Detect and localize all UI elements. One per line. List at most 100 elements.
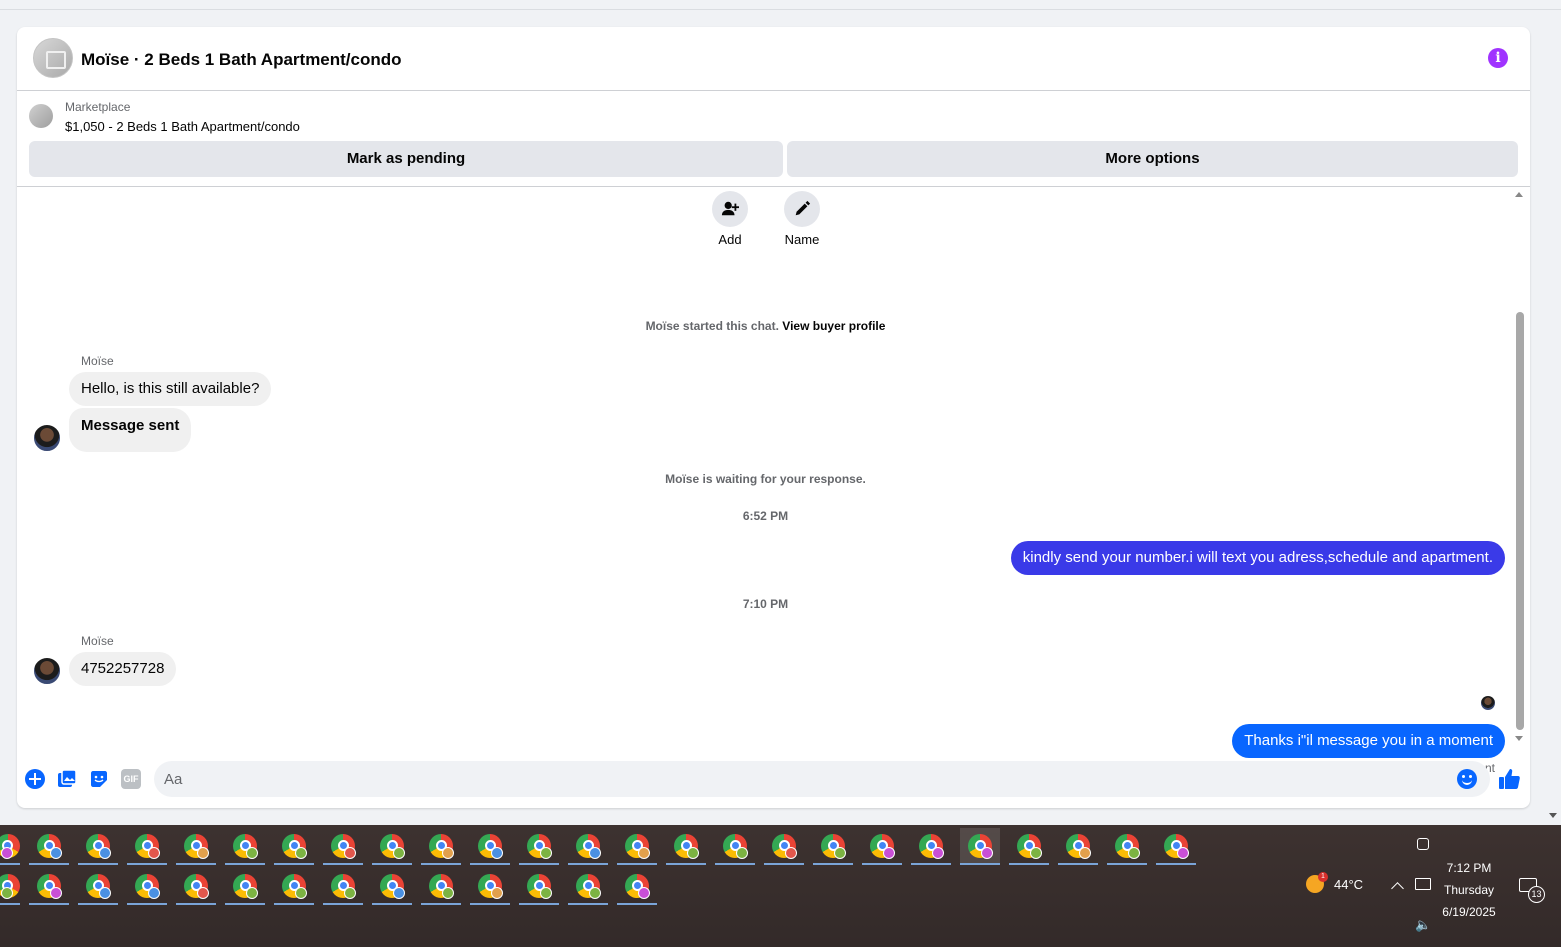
clock-day: Thursday — [1443, 883, 1495, 897]
profile-badge-icon — [540, 887, 552, 899]
listing-source: Marketplace — [65, 100, 131, 114]
scroll-up-arrow-icon[interactable] — [1515, 192, 1523, 197]
taskbar-chrome-window[interactable] — [176, 828, 216, 865]
profile-badge-icon — [99, 887, 111, 899]
taskbar-chrome-window[interactable] — [960, 828, 1000, 865]
taskbar-chrome-window[interactable] — [421, 868, 461, 905]
meet-now-icon[interactable] — [1417, 838, 1429, 850]
taskbar-chrome-window[interactable] — [715, 828, 755, 865]
profile-badge-icon — [99, 847, 111, 859]
incoming-message[interactable]: Message sent — [69, 408, 192, 452]
system-clock[interactable]: 7:12 PM Thursday 6/19/2025 — [1436, 857, 1502, 923]
network-icon[interactable] — [1415, 878, 1431, 890]
conversation-area[interactable]: Add Name Moïse started this chat. View b… — [17, 188, 1530, 775]
taskbar-chrome-window[interactable] — [372, 868, 412, 905]
profile-badge-icon — [344, 887, 356, 899]
taskbar-chrome-window[interactable] — [78, 828, 118, 865]
message-composer: GIF — [17, 758, 1530, 808]
taskbar-chrome-window[interactable] — [421, 828, 461, 865]
taskbar-chrome-window[interactable] — [617, 868, 657, 905]
taskbar-chrome-window[interactable] — [519, 868, 559, 905]
taskbar-chrome-window[interactable] — [568, 868, 608, 905]
profile-badge-icon — [1177, 847, 1189, 859]
profile-badge-icon — [1030, 847, 1042, 859]
view-buyer-profile-link[interactable]: View buyer profile — [782, 319, 885, 333]
sticker-icon[interactable] — [89, 769, 109, 789]
clock-date: 6/19/2025 — [1442, 905, 1496, 919]
chat-header: Moïse · 2 Beds 1 Bath Apartment/condo i — [17, 27, 1530, 91]
weather-widget[interactable]: 1 44°C — [1306, 872, 1363, 893]
gif-icon[interactable]: GIF — [121, 769, 141, 789]
incoming-message[interactable]: 4752257728 — [69, 652, 177, 686]
taskbar-chrome-window[interactable] — [323, 868, 363, 905]
taskbar-chrome-window[interactable] — [666, 828, 706, 865]
taskbar-chrome-window[interactable] — [274, 868, 314, 905]
profile-badge-icon — [393, 887, 405, 899]
profile-badge-icon — [834, 847, 846, 859]
emoji-icon[interactable] — [1457, 769, 1477, 789]
taskbar-chrome-window[interactable] — [78, 868, 118, 905]
taskbar-chrome-window[interactable] — [29, 828, 69, 865]
taskbar-row — [0, 868, 666, 905]
listing-title[interactable]: $1,050 - 2 Beds 1 Bath Apartment/condo — [65, 119, 300, 134]
sender-avatar[interactable] — [33, 424, 61, 452]
taskbar-chrome-window[interactable] — [225, 868, 265, 905]
thumbs-up-icon[interactable] — [1497, 767, 1521, 791]
taskbar-chrome-window[interactable] — [519, 828, 559, 865]
photo-icon[interactable] — [57, 769, 77, 789]
add-people-action[interactable]: Add — [700, 191, 760, 247]
add-person-icon — [712, 191, 748, 227]
chat-title[interactable]: Moïse · 2 Beds 1 Bath Apartment/condo — [81, 50, 402, 70]
taskbar-chrome-window[interactable] — [176, 868, 216, 905]
taskbar-chrome-window[interactable] — [323, 828, 363, 865]
pencil-icon — [784, 191, 820, 227]
taskbar-chrome-window[interactable] — [617, 828, 657, 865]
taskbar-chrome-window[interactable] — [1009, 828, 1049, 865]
outgoing-message[interactable]: kindly send your number.i will text you … — [1010, 541, 1505, 575]
conversation-scrollbar[interactable] — [1515, 188, 1525, 758]
more-options-button[interactable]: More options — [787, 141, 1518, 177]
scroll-down-arrow-icon[interactable] — [1515, 736, 1523, 741]
taskbar-chrome-window[interactable] — [1107, 828, 1147, 865]
profile-badge-icon — [491, 847, 503, 859]
taskbar-chrome-window[interactable] — [862, 828, 902, 865]
profile-badge-icon — [589, 847, 601, 859]
scroll-thumb[interactable] — [1516, 312, 1524, 730]
listing-avatar[interactable] — [33, 38, 73, 78]
info-icon[interactable]: i — [1488, 48, 1508, 68]
show-hidden-icons-chevron-icon[interactable] — [1391, 882, 1404, 895]
weather-alert-badge: 1 — [1318, 872, 1328, 882]
taskbar-chrome-window[interactable] — [1058, 828, 1098, 865]
profile-badge-icon — [589, 887, 601, 899]
page-scroll-down-icon[interactable] — [1549, 813, 1557, 818]
profile-badge-icon — [197, 847, 209, 859]
taskbar-chrome-window[interactable] — [764, 828, 804, 865]
taskbar-chrome-window[interactable] — [127, 828, 167, 865]
profile-badge-icon — [393, 847, 405, 859]
taskbar-chrome-window[interactable] — [0, 828, 20, 865]
outgoing-message[interactable]: Thanks i"il message you in a moment — [1232, 724, 1505, 758]
weather-sun-icon: 1 — [1306, 872, 1328, 893]
incoming-message[interactable]: Hello, is this still available? — [69, 372, 272, 406]
mark-as-pending-button[interactable]: Mark as pending — [29, 141, 783, 177]
taskbar-chrome-window[interactable] — [568, 828, 608, 865]
sender-avatar[interactable] — [33, 657, 61, 685]
taskbar-chrome-window[interactable] — [470, 868, 510, 905]
taskbar-chrome-window[interactable] — [225, 828, 265, 865]
taskbar-chrome-window[interactable] — [1156, 828, 1196, 865]
taskbar-chrome-window[interactable] — [127, 868, 167, 905]
taskbar-chrome-window[interactable] — [372, 828, 412, 865]
taskbar-chrome-window[interactable] — [911, 828, 951, 865]
listing-thumbnail[interactable] — [29, 104, 53, 128]
timestamp: 7:10 PM — [742, 597, 789, 611]
sender-name: Moïse — [81, 354, 114, 368]
taskbar-chrome-window[interactable] — [470, 828, 510, 865]
plus-icon[interactable] — [25, 769, 45, 789]
name-chat-action[interactable]: Name — [772, 191, 832, 247]
volume-icon[interactable]: 🔈 — [1415, 917, 1431, 932]
taskbar-chrome-window[interactable] — [274, 828, 314, 865]
taskbar-chrome-window[interactable] — [813, 828, 853, 865]
taskbar-chrome-window[interactable] — [0, 868, 20, 905]
message-input[interactable] — [154, 761, 1490, 797]
taskbar-chrome-window[interactable] — [29, 868, 69, 905]
